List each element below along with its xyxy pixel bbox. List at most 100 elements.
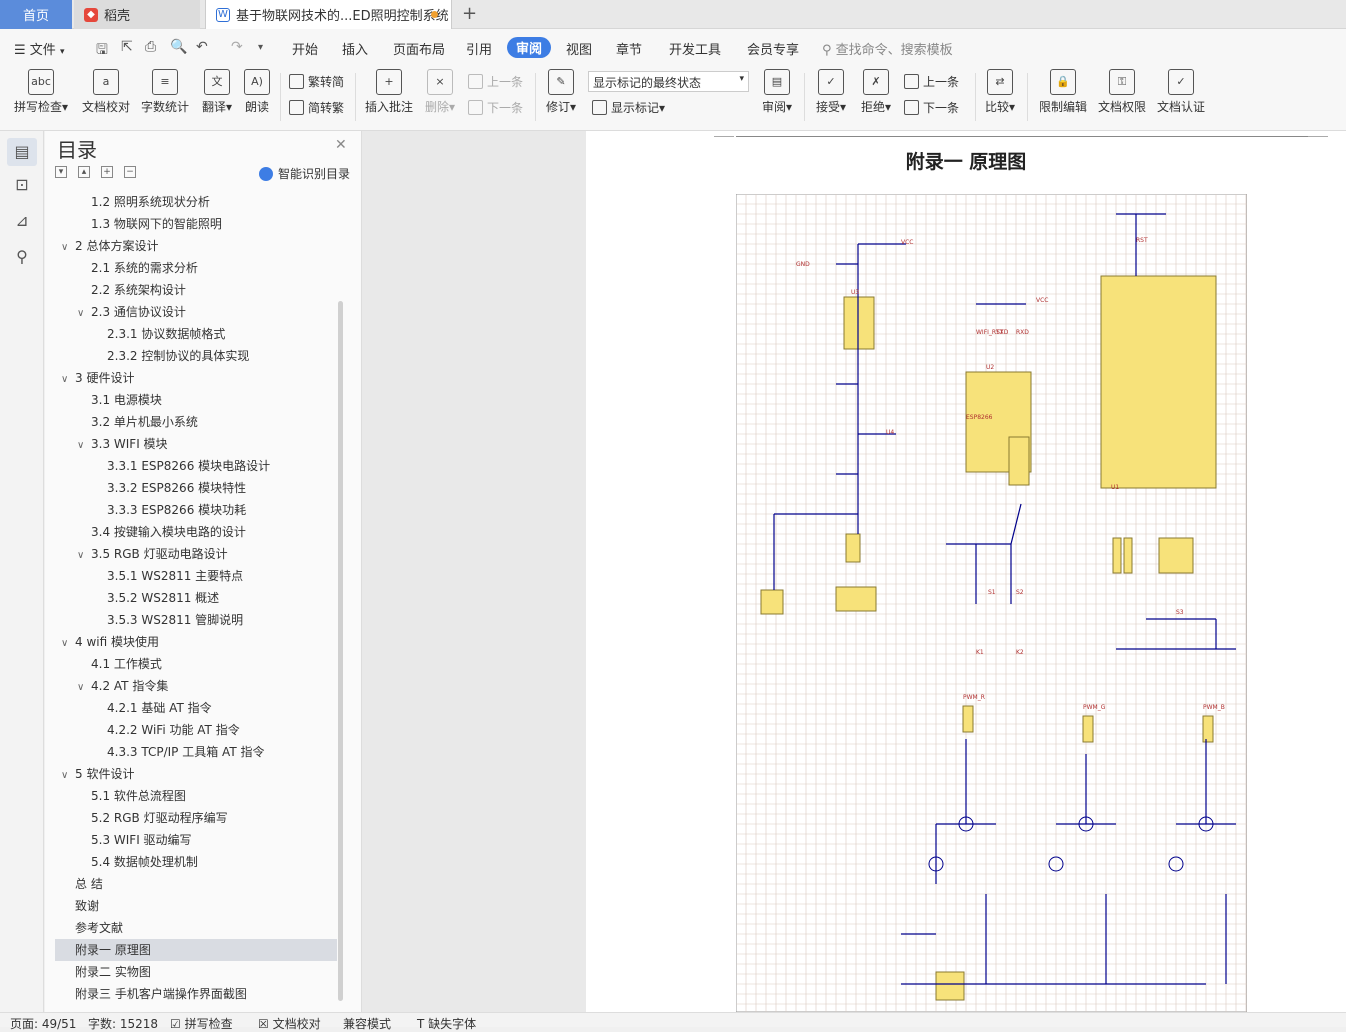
chevron-down-icon[interactable]: ∨ (61, 765, 75, 787)
toc-item[interactable]: ∨ 5 软件设计 (61, 763, 134, 785)
toc-item[interactable]: 5.3 WIFI 驱动编写 (91, 829, 192, 851)
new-tab-button[interactable]: + (462, 3, 477, 24)
chevron-down-icon[interactable]: ∨ (77, 303, 91, 325)
toc-item[interactable]: 3.5.1 WS2811 主要特点 (107, 565, 243, 587)
toc-item[interactable]: ∨ 4 wifi 模块使用 (61, 631, 159, 653)
accept-button[interactable]: ✓ 接受▾ (813, 67, 849, 115)
toc-scrollbar[interactable] (338, 301, 343, 1001)
delete-comment-button[interactable]: × 删除▾ (423, 67, 457, 115)
chevron-down-icon[interactable]: ∨ (61, 369, 75, 391)
word-count-indicator[interactable]: 字数: 15218 (88, 1015, 158, 1032)
toc-item[interactable]: 3.3.2 ESP8266 模块特性 (107, 477, 246, 499)
search-icon[interactable]: ⚲ (12, 247, 32, 267)
page-indicator[interactable]: 页面: 49/51 (10, 1015, 76, 1032)
toc-item[interactable]: 2.3.2 控制协议的具体实现 (107, 345, 249, 367)
command-search[interactable]: ⚲ 查找命令、搜索模板 (822, 39, 953, 58)
toc-item[interactable]: ∨ 2 总体方案设计 (61, 235, 158, 257)
preview-icon[interactable]: 🔍 (170, 39, 187, 55)
toc-item[interactable]: 附录一 原理图 (55, 939, 337, 961)
menu-review[interactable]: 审阅 (507, 37, 552, 58)
doc-check-button[interactable]: a 文档校对 (80, 67, 132, 115)
track-changes-button[interactable]: ✎ 修订▾ (543, 67, 579, 115)
to-traditional-button[interactable]: 繁转简 (289, 73, 344, 90)
toc-item[interactable]: 2.2 系统架构设计 (91, 279, 186, 301)
menu-references[interactable]: 引用 (466, 39, 492, 58)
toc-item[interactable]: 4.1 工作模式 (91, 653, 162, 675)
word-count-button[interactable]: ≡ 字数统计 (140, 67, 190, 115)
toc-item[interactable]: 3.5.2 WS2811 概述 (107, 587, 219, 609)
print-icon[interactable]: ⎙ (145, 39, 156, 55)
toc-item[interactable]: 附录二 实物图 (75, 961, 151, 983)
toc-item[interactable]: ∨ 2.3 通信协议设计 (77, 301, 186, 323)
insert-comment-button[interactable]: + 插入批注 (364, 67, 414, 115)
smart-toc-button[interactable]: 智能识别目录 (259, 165, 350, 182)
toc-item[interactable]: 4.2.1 基础 AT 指令 (107, 697, 212, 719)
to-simplified-button[interactable]: 简转繁 (289, 99, 344, 116)
toc-item[interactable]: 附录三 手机客户端操作界面截图 (75, 983, 247, 1005)
restrict-edit-button[interactable]: 🔒 限制编辑 (1037, 67, 1089, 115)
doc-permission-button[interactable]: ⚿ 文档权限 (1096, 67, 1148, 115)
missing-font-status[interactable]: T 缺失字体 (417, 1015, 476, 1032)
reject-button[interactable]: ✗ 拒绝▾ (858, 67, 894, 115)
prev-comment-button[interactable]: 上一条 (468, 73, 523, 90)
chevron-down-icon[interactable]: ∨ (61, 633, 75, 655)
file-menu[interactable]: ☰ 文件 ▾ (14, 39, 64, 58)
menu-page-layout[interactable]: 页面布局 (393, 39, 445, 58)
undo-icon[interactable]: ↶ (196, 39, 208, 55)
doc-check-status[interactable]: ☒ 文档校对 (258, 1015, 321, 1032)
chevron-down-icon[interactable]: ∨ (61, 237, 75, 259)
toc-item[interactable]: 3.3.3 ESP8266 模块功耗 (107, 499, 246, 521)
doc-cert-button[interactable]: ✓ 文档认证 (1155, 67, 1207, 115)
toc-item[interactable]: ∨ 3 硬件设计 (61, 367, 134, 389)
toc-item[interactable]: 3.1 电源模块 (91, 389, 162, 411)
toc-item[interactable]: 3.3.1 ESP8266 模块电路设计 (107, 455, 270, 477)
redo-icon[interactable]: ↷ (231, 39, 243, 55)
remove-heading-icon[interactable]: − (124, 166, 136, 178)
prev-change-button[interactable]: 上一条 (904, 73, 959, 90)
compare-button[interactable]: ⇄ 比较▾ (982, 67, 1018, 115)
toc-item[interactable]: 1.2 照明系统现状分析 (91, 191, 210, 213)
toc-item[interactable]: 4.3.3 TCP/IP 工具箱 AT 指令 (107, 741, 264, 763)
toc-item[interactable]: 5.2 RGB 灯驱动程序编写 (91, 807, 228, 829)
toc-item[interactable]: ∨ 3.3 WIFI 模块 (77, 433, 168, 455)
toc-item[interactable]: 3.5.3 WS2811 管脚说明 (107, 609, 243, 631)
chevron-down-icon[interactable]: ∨ (77, 677, 91, 699)
add-heading-icon[interactable]: + (101, 166, 113, 178)
tab-home[interactable]: 首页 (0, 0, 72, 29)
toc-item[interactable]: 5.1 软件总流程图 (91, 785, 186, 807)
close-icon[interactable]: ✕ (335, 137, 347, 153)
toc-item[interactable]: ∨ 3.5 RGB 灯驱动电路设计 (77, 543, 228, 565)
toc-item[interactable]: 1.3 物联网下的智能照明 (91, 213, 222, 235)
spell-check-status[interactable]: ☑ 拼写检查 (170, 1015, 233, 1032)
toc-item[interactable]: 5.4 数据帧处理机制 (91, 851, 198, 873)
menu-view[interactable]: 视图 (566, 39, 592, 58)
expand-level-icon[interactable]: ▴ (78, 166, 90, 178)
toc-item[interactable]: 2.1 系统的需求分析 (91, 257, 198, 279)
menu-insert[interactable]: 插入 (342, 39, 368, 58)
next-change-button[interactable]: 下一条 (904, 99, 959, 116)
quick-access-more-icon[interactable]: ▾ (258, 42, 263, 53)
markup-state-select[interactable]: 显示标记的最终状态 ▾ (588, 71, 749, 92)
toc-item[interactable]: 3.2 单片机最小系统 (91, 411, 198, 433)
document-page[interactable]: 附录一 原理图 VCC GND RST VCC RXD TXD WIFI_RST ESP826… (586, 131, 1346, 1012)
chevron-down-icon[interactable]: ∨ (77, 435, 91, 457)
spell-check-button[interactable]: abc 拼写检查▾ (12, 67, 70, 115)
toc-item[interactable]: 2.3.1 协议数据帧格式 (107, 323, 225, 345)
menu-start[interactable]: 开始 (292, 39, 318, 58)
bookmark-icon[interactable]: ⊿ (12, 211, 32, 231)
translate-button[interactable]: 文翻译▾ (199, 67, 235, 115)
chapter-nav-icon[interactable]: ⊡ (12, 175, 32, 195)
menu-member[interactable]: 会员专享 (747, 39, 799, 58)
save-icon[interactable]: 🖫 (96, 39, 108, 63)
read-aloud-button[interactable]: A) 朗读 (243, 67, 271, 115)
toc-item[interactable]: 4.2.2 WiFi 功能 AT 指令 (107, 719, 240, 741)
menu-developer[interactable]: 开发工具 (669, 39, 721, 58)
toc-item[interactable]: 参考文献 (75, 917, 123, 939)
collapse-all-icon[interactable]: ▾ (55, 166, 67, 178)
toc-item[interactable]: 总 结 (75, 873, 103, 895)
export-icon[interactable]: ⇱ (121, 39, 133, 55)
menu-section[interactable]: 章节 (616, 39, 642, 58)
review-pane-button[interactable]: ▤ 审阅▾ (760, 67, 794, 115)
next-comment-button[interactable]: 下一条 (468, 99, 523, 116)
tab-document[interactable]: W 基于物联网技术的...ED照明控制系统 (205, 0, 452, 29)
